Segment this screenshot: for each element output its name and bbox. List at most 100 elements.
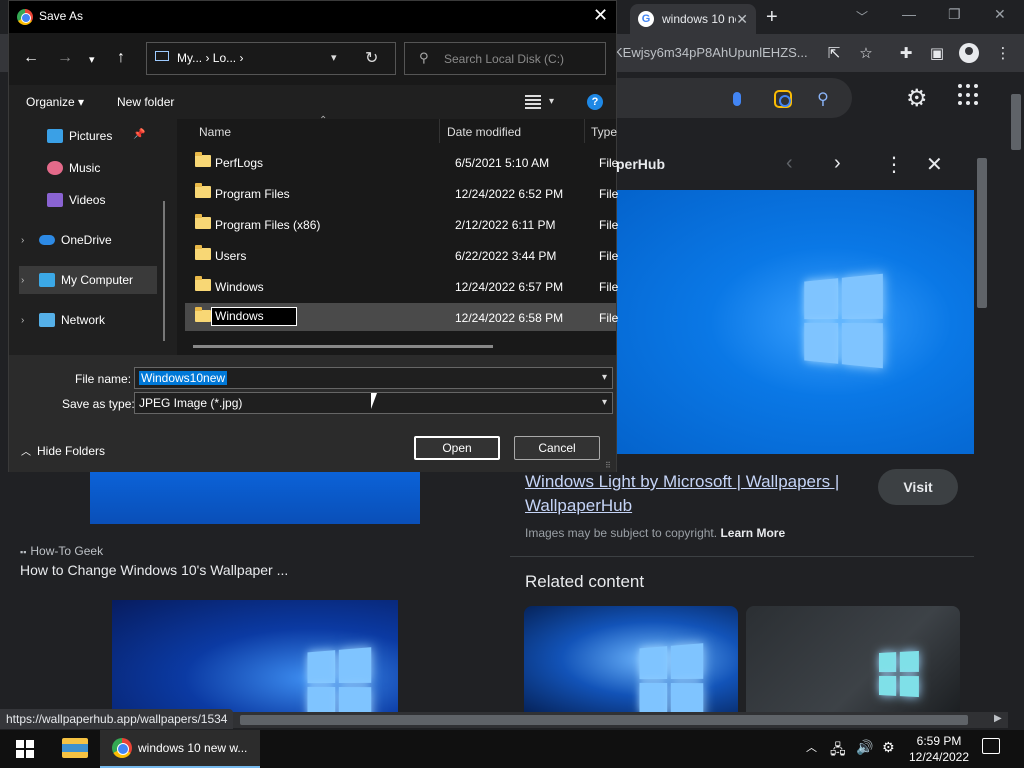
result-source[interactable]: ▪▪ How-To Geek: [20, 544, 103, 558]
column-header-date[interactable]: Date modified: [447, 125, 521, 139]
bookmark-star-icon[interactable]: ☆: [855, 42, 877, 64]
view-dropdown-icon[interactable]: ▾: [549, 96, 554, 107]
help-icon[interactable]: ?: [587, 94, 603, 110]
voice-search-mic-icon[interactable]: [726, 88, 748, 110]
result-image[interactable]: [90, 470, 420, 524]
file-explorer-icon[interactable]: [62, 738, 88, 758]
expand-network-icon[interactable]: ›: [21, 315, 24, 326]
taskbar-chrome-button[interactable]: windows 10 new w...: [100, 730, 260, 768]
file-row-program-files-x86[interactable]: Program Files (x86) 2/12/2022 6:11 PM Fi…: [185, 210, 621, 238]
panel-scrollbar[interactable]: [975, 142, 989, 710]
related-image-1[interactable]: [524, 606, 738, 712]
back-arrow-icon[interactable]: ←: [23, 49, 39, 67]
google-apps-icon[interactable]: [958, 84, 980, 106]
file-name-input[interactable]: Windows10new ▾: [134, 367, 613, 389]
chrome-menu-icon[interactable]: ⋮: [992, 42, 1014, 64]
file-row-perflogs[interactable]: PerfLogs 6/5/2021 5:10 AM File folder: [185, 148, 621, 176]
open-button[interactable]: Open: [414, 436, 500, 460]
result-title[interactable]: How to Change Windows 10's Wallpaper ...: [20, 562, 288, 578]
file-list-horizontal-scrollbar[interactable]: [193, 345, 493, 348]
search-icon[interactable]: ⚲: [812, 88, 834, 110]
panel-more-icon[interactable]: ⋮: [884, 152, 904, 177]
visit-button[interactable]: Visit: [878, 469, 958, 505]
nav-item-music[interactable]: Music: [47, 155, 100, 181]
organize-button[interactable]: Organize ▾: [26, 95, 84, 109]
result-image-windows[interactable]: [112, 600, 398, 712]
share-icon[interactable]: ⇱: [823, 42, 845, 64]
restore-icon[interactable]: ❐: [948, 6, 961, 23]
nav-item-pictures[interactable]: Pictures: [47, 123, 112, 149]
extensions-puzzle-icon[interactable]: ✚: [895, 42, 917, 64]
new-tab-button[interactable]: +: [766, 6, 778, 29]
window-close-icon[interactable]: ✕: [994, 6, 1006, 23]
settings-tray-gear-icon[interactable]: ⚙: [882, 739, 895, 756]
omnibox[interactable]: KEwjsy6m34pP8AhUpunlEHZS...: [614, 41, 814, 65]
new-folder-button[interactable]: New folder: [117, 95, 174, 109]
column-separator[interactable]: [439, 119, 440, 143]
expand-onedrive-icon[interactable]: ›: [21, 235, 24, 246]
forward-arrow-icon[interactable]: →: [57, 49, 73, 67]
tab-search-icon[interactable]: ﹀: [856, 8, 868, 25]
address-dropdown-icon[interactable]: ▾: [331, 51, 337, 64]
panel-close-icon[interactable]: ✕: [926, 152, 943, 177]
refresh-icon[interactable]: ↻: [365, 48, 378, 68]
pin-icon[interactable]: 📌: [133, 129, 145, 140]
next-image-icon[interactable]: ›: [834, 152, 841, 175]
file-row-program-files[interactable]: Program Files 12/24/2022 6:52 PM File fo…: [185, 179, 621, 207]
rename-input[interactable]: Windows: [211, 307, 297, 326]
tab-close-icon[interactable]: ✕: [736, 11, 748, 28]
hide-folders-button[interactable]: ︿ Hide Folders: [21, 443, 105, 458]
up-arrow-icon[interactable]: ↑: [117, 49, 125, 67]
address-path[interactable]: My... › Lo... ›: [177, 51, 243, 65]
expand-my-computer-icon[interactable]: ›: [21, 275, 24, 286]
nav-pane-scrollbar[interactable]: [163, 201, 165, 341]
windows-logo-icon: [639, 643, 704, 712]
file-name-dropdown-icon[interactable]: ▾: [602, 372, 607, 383]
view-options-icon[interactable]: [525, 95, 541, 109]
nav-item-my-computer[interactable]: My Computer: [39, 267, 133, 293]
file-row-users[interactable]: Users 6/22/2022 3:44 PM File folder: [185, 241, 621, 269]
google-lens-icon[interactable]: [772, 88, 794, 110]
windows-logo-icon: [307, 647, 372, 712]
file-row-new-folder-renaming[interactable]: Windows 12/24/2022 6:58 PM File folder: [185, 303, 621, 331]
cancel-button[interactable]: Cancel: [514, 436, 600, 460]
column-separator[interactable]: [584, 119, 585, 143]
volume-icon[interactable]: 🔊: [856, 739, 873, 756]
save-type-label: Save as type:: [62, 397, 135, 411]
prev-image-icon[interactable]: ‹: [786, 152, 793, 175]
clock[interactable]: 6:59 PM 12/24/2022: [904, 733, 974, 765]
column-header-name[interactable]: Name: [199, 125, 231, 139]
chevron-up-icon: ︿: [21, 447, 31, 458]
side-panel-icon[interactable]: ▣: [926, 42, 948, 64]
learn-more-link[interactable]: Learn More: [720, 526, 785, 540]
folder-icon: [195, 183, 211, 198]
file-row-windows[interactable]: Windows 12/24/2022 6:57 PM File folder: [185, 272, 621, 300]
nav-item-videos[interactable]: Videos: [47, 187, 105, 213]
tray-overflow-icon[interactable]: ︿: [806, 739, 817, 755]
network-icon: [39, 313, 55, 327]
settings-gear-icon[interactable]: ⚙: [906, 84, 928, 113]
related-image-2[interactable]: [746, 606, 960, 712]
folder-icon: [195, 307, 211, 322]
profile-avatar-icon[interactable]: [958, 42, 980, 64]
minimize-icon[interactable]: —: [902, 6, 916, 22]
save-type-dropdown-icon[interactable]: ▾: [602, 397, 607, 408]
windows-start-icon[interactable]: [16, 740, 34, 758]
resize-grip-icon[interactable]: ⠿: [605, 461, 611, 470]
dialog-close-icon[interactable]: ✕: [593, 5, 608, 26]
search-icon: ⚲: [419, 50, 429, 65]
notification-center-icon[interactable]: [982, 738, 1000, 754]
column-header-type[interactable]: Type: [591, 125, 617, 139]
browser-tab[interactable]: G windows 10 new ✕: [630, 4, 756, 34]
panel-source[interactable]: perHub: [616, 156, 665, 172]
nav-item-network[interactable]: Network: [39, 307, 105, 333]
page-vertical-scrollbar[interactable]: [1008, 74, 1024, 714]
panel-preview-image[interactable]: [617, 190, 974, 454]
scroll-right-icon[interactable]: ▶: [994, 713, 1002, 724]
recent-locations-chevron-icon[interactable]: ▾: [89, 53, 95, 66]
panel-image-title[interactable]: Windows Light by Microsoft | Wallpapers …: [525, 470, 870, 518]
nav-item-onedrive[interactable]: OneDrive: [39, 227, 112, 253]
save-as-dialog: Save As ✕ ← → ▾ ↑ My... › Lo... › ▾ ↻ ⚲ …: [8, 0, 621, 472]
dialog-titlebar[interactable]: [9, 1, 616, 33]
network-tray-icon[interactable]: 🖧: [830, 739, 846, 763]
